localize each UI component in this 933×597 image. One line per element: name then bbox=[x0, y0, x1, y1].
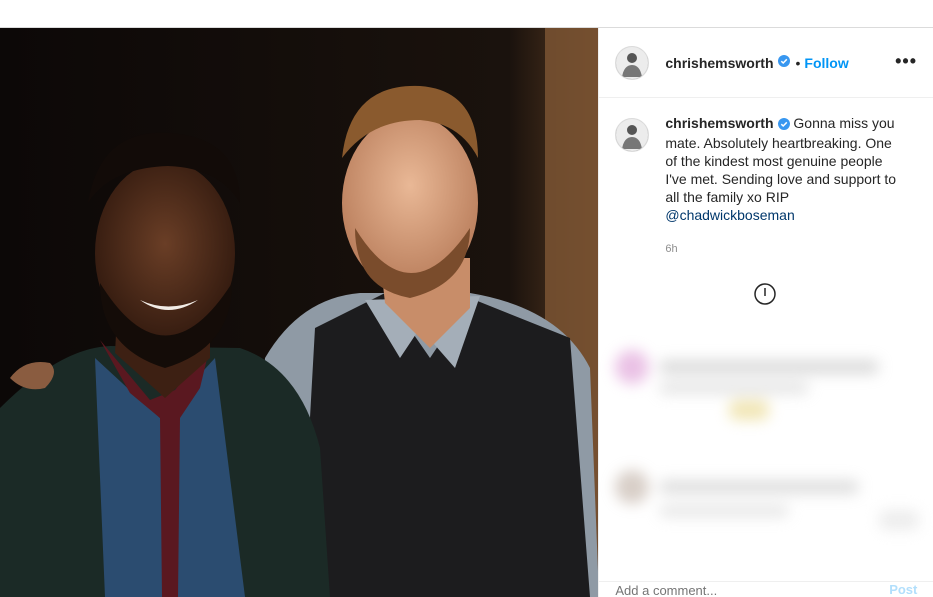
post-photo[interactable] bbox=[0, 28, 599, 597]
mention-link[interactable]: @chadwickboseman bbox=[665, 207, 794, 223]
post-sidebar: chrishemsworth • Follow ••• chrishemswor… bbox=[598, 28, 933, 597]
follow-button[interactable]: Follow bbox=[804, 55, 848, 71]
caption-avatar[interactable] bbox=[615, 118, 650, 152]
loading-spinner-icon bbox=[753, 282, 777, 306]
profile-avatar[interactable] bbox=[615, 45, 650, 80]
post-comment-button[interactable]: Post bbox=[889, 582, 917, 597]
caption-username[interactable]: chrishemsworth bbox=[665, 115, 773, 131]
post-photo-illustration bbox=[0, 28, 599, 597]
caption-avatar-image bbox=[616, 119, 649, 151]
blurred-comments bbox=[599, 320, 933, 580]
avatar-image bbox=[616, 46, 649, 79]
caption: chrishemsworth Gonna miss you mate. Abso… bbox=[599, 98, 933, 258]
separator-dot: • bbox=[795, 54, 801, 71]
more-options-icon[interactable]: ••• bbox=[895, 52, 917, 70]
caption-body: chrishemsworth Gonna miss you mate. Abso… bbox=[665, 114, 905, 258]
post-header: chrishemsworth • Follow ••• bbox=[599, 28, 933, 98]
verified-badge-icon bbox=[777, 54, 790, 72]
header-username[interactable]: chrishemsworth bbox=[665, 55, 773, 71]
comment-bar: Post bbox=[599, 581, 933, 597]
post-time[interactable]: 6h bbox=[665, 240, 905, 258]
caption-verified-badge-icon bbox=[777, 116, 790, 134]
comment-input[interactable] bbox=[615, 583, 836, 597]
browser-top-strip bbox=[0, 0, 933, 28]
instagram-post: chrishemsworth • Follow ••• chrishemswor… bbox=[0, 28, 933, 597]
